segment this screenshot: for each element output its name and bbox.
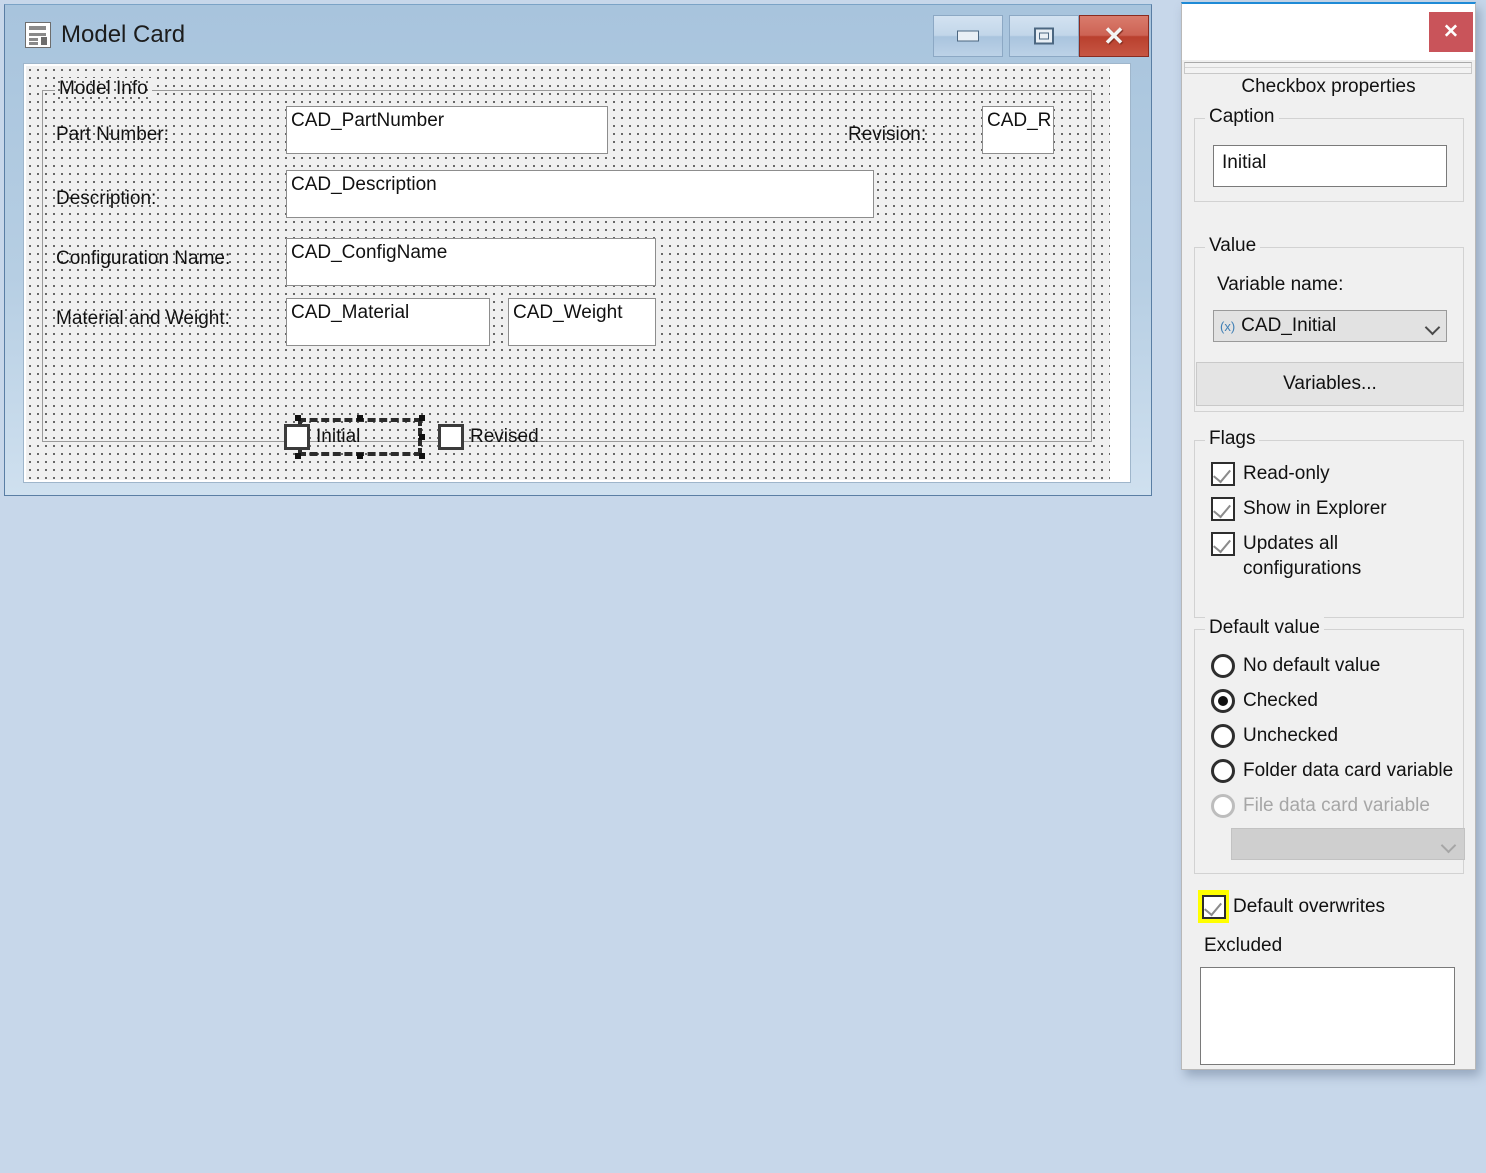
field-weight[interactable]: CAD_Weight bbox=[508, 298, 656, 346]
radio-no-default-value-circle[interactable] bbox=[1211, 654, 1235, 678]
radio-checked-label: Checked bbox=[1243, 690, 1318, 712]
model-card-titlebar[interactable]: Model Card ✕ bbox=[5, 5, 1151, 67]
flag-show-in-explorer[interactable]: Show in Explorer bbox=[1211, 496, 1387, 521]
close-icon: ✕ bbox=[1103, 23, 1125, 49]
checkbox-read-only-box[interactable] bbox=[1211, 462, 1235, 486]
panel-title: Checkbox properties bbox=[1182, 76, 1475, 98]
form-design-canvas: Model Info Part Number: CAD_PartNumber R… bbox=[23, 63, 1131, 483]
design-grid[interactable]: Model Info Part Number: CAD_PartNumber R… bbox=[26, 66, 1110, 480]
flag-read-only-label: Read-only bbox=[1243, 461, 1330, 486]
flag-line-1: Updates all bbox=[1243, 533, 1338, 554]
radio-folder-data-card-variable[interactable]: Folder data card variable bbox=[1211, 759, 1453, 783]
variable-name-label: Variable name: bbox=[1217, 274, 1343, 296]
field-description[interactable]: CAD_Description bbox=[286, 170, 874, 218]
checkbox-initial-box[interactable] bbox=[284, 424, 310, 450]
flags-group: Flags Read-only Show in Explorer Updates… bbox=[1194, 440, 1464, 618]
radio-checked-circle[interactable] bbox=[1211, 689, 1235, 713]
model-info-legend: Model Info bbox=[55, 78, 152, 100]
radio-checked[interactable]: Checked bbox=[1211, 689, 1318, 713]
caption-group: Caption Initial bbox=[1194, 118, 1464, 202]
flag-updates-all-configurations[interactable]: Updates all configurations bbox=[1211, 531, 1361, 581]
radio-no-default-value-label: No default value bbox=[1243, 655, 1380, 677]
excluded-label: Excluded bbox=[1204, 935, 1282, 957]
label-part-number: Part Number: bbox=[56, 124, 169, 146]
chevron-down-icon bbox=[1426, 322, 1440, 331]
default-overwrites-row[interactable]: Default overwrites bbox=[1198, 890, 1385, 923]
file-data-card-variable-select bbox=[1231, 828, 1465, 860]
caption-legend: Caption bbox=[1205, 106, 1279, 128]
flag-line-2: configurations bbox=[1243, 558, 1361, 579]
chevron-down-icon bbox=[1442, 840, 1456, 849]
value-legend: Value bbox=[1205, 235, 1260, 257]
value-group: Value Variable name: (x) CAD_Initial Var… bbox=[1194, 247, 1464, 412]
minimize-icon bbox=[957, 31, 979, 42]
field-material[interactable]: CAD_Material bbox=[286, 298, 490, 346]
flags-legend: Flags bbox=[1205, 428, 1259, 450]
variable-name-value: CAD_Initial bbox=[1241, 315, 1426, 337]
default-overwrites-label: Default overwrites bbox=[1233, 896, 1385, 918]
card-checkbox-revised[interactable]: Revised bbox=[438, 424, 539, 450]
variable-name-select[interactable]: (x) CAD_Initial bbox=[1213, 310, 1447, 342]
label-configuration-name: Configuration Name: bbox=[56, 248, 230, 270]
radio-file-data-card-variable-label: File data card variable bbox=[1243, 795, 1430, 817]
resize-handle-nw[interactable] bbox=[295, 415, 301, 421]
radio-file-data-card-variable-circle bbox=[1211, 794, 1235, 818]
panel-header: ✕ bbox=[1182, 4, 1475, 60]
document-card-icon bbox=[25, 22, 51, 48]
label-revision: Revision: bbox=[848, 124, 926, 146]
checkbox-initial-label: Initial bbox=[316, 426, 360, 448]
resize-handle-ne[interactable] bbox=[419, 415, 425, 421]
field-configuration-name[interactable]: CAD_ConfigName bbox=[286, 238, 656, 286]
variables-button[interactable]: Variables... bbox=[1196, 362, 1464, 406]
radio-no-default-value[interactable]: No default value bbox=[1211, 654, 1380, 678]
label-material-and-weight: Material and Weight: bbox=[56, 308, 230, 330]
panel-close-button[interactable]: ✕ bbox=[1429, 12, 1473, 52]
flag-updates-all-configurations-label: Updates all configurations bbox=[1243, 531, 1361, 581]
flag-read-only[interactable]: Read-only bbox=[1211, 461, 1330, 486]
model-card-window: Model Card ✕ Model Info Part Number: CAD… bbox=[4, 4, 1152, 496]
maximize-button[interactable] bbox=[1009, 15, 1079, 57]
radio-folder-data-card-variable-circle[interactable] bbox=[1211, 759, 1235, 783]
close-button[interactable]: ✕ bbox=[1079, 15, 1149, 57]
resize-handle-sw[interactable] bbox=[295, 453, 301, 459]
flag-show-in-explorer-label: Show in Explorer bbox=[1243, 496, 1387, 521]
radio-unchecked-circle[interactable] bbox=[1211, 724, 1235, 748]
checkbox-properties-panel: ✕ Checkbox properties Caption Initial Va… bbox=[1181, 2, 1476, 1070]
page-title: Model Card bbox=[61, 21, 185, 49]
minimize-button[interactable] bbox=[933, 15, 1003, 57]
default-value-legend: Default value bbox=[1205, 617, 1324, 639]
excluded-list[interactable] bbox=[1200, 967, 1455, 1065]
canvas-vertical-scrollbar[interactable] bbox=[1110, 64, 1130, 482]
default-value-group: Default value No default value Checked U… bbox=[1194, 629, 1464, 874]
field-part-number[interactable]: CAD_PartNumber bbox=[286, 106, 608, 154]
checkbox-revised-label: Revised bbox=[470, 426, 539, 448]
caption-input[interactable]: Initial bbox=[1213, 145, 1447, 187]
variable-icon: (x) bbox=[1220, 319, 1235, 334]
checkbox-show-in-explorer-box[interactable] bbox=[1211, 497, 1235, 521]
radio-file-data-card-variable: File data card variable bbox=[1211, 794, 1430, 818]
resize-handle-n[interactable] bbox=[357, 415, 363, 421]
title-wrap: Model Card bbox=[25, 21, 185, 49]
resize-handle-s[interactable] bbox=[357, 453, 363, 459]
radio-folder-data-card-variable-label: Folder data card variable bbox=[1243, 760, 1453, 782]
checkbox-updates-all-configurations-box[interactable] bbox=[1211, 532, 1235, 556]
resize-handle-se[interactable] bbox=[419, 453, 425, 459]
checkbox-revised-box[interactable] bbox=[438, 424, 464, 450]
radio-unchecked-label: Unchecked bbox=[1243, 725, 1338, 747]
panel-horizontal-scrollbar[interactable] bbox=[1184, 62, 1472, 74]
checkbox-default-overwrites-box[interactable] bbox=[1202, 895, 1226, 919]
default-overwrites-highlight bbox=[1198, 890, 1229, 923]
field-revision[interactable]: CAD_R bbox=[982, 106, 1054, 154]
card-checkbox-initial[interactable]: Initial bbox=[284, 424, 360, 450]
label-description: Description: bbox=[56, 188, 156, 210]
resize-handle-e[interactable] bbox=[419, 434, 425, 440]
maximize-icon bbox=[1034, 28, 1054, 45]
radio-unchecked[interactable]: Unchecked bbox=[1211, 724, 1338, 748]
close-icon: ✕ bbox=[1443, 23, 1459, 42]
